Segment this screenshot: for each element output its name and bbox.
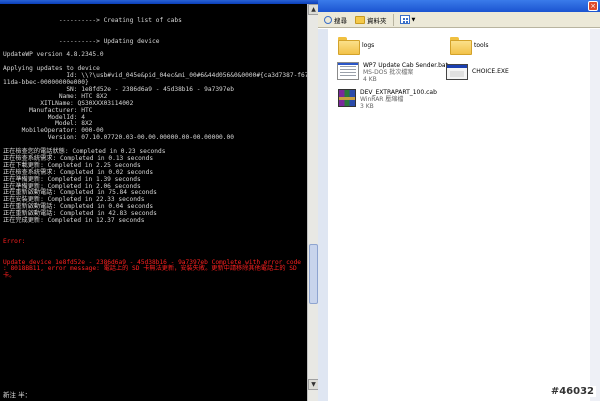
file-size: 4 KB: [363, 76, 377, 83]
toolbar-divider: [392, 13, 394, 26]
folders-button[interactable]: 資料夾: [353, 13, 389, 27]
explorer-content: logs tools WP7 Update Cab Sender.bat MS-…: [318, 29, 600, 401]
console-line: ----------> Updating device: [3, 37, 160, 45]
console-line: 正在完成更新: Completed in 12.37 seconds: [3, 217, 145, 225]
file-list: logs tools WP7 Update Cab Sender.bat MS-…: [328, 29, 590, 401]
file-name: DEV_EXTRAPART_100.cab: [360, 89, 437, 96]
file-item-tools[interactable]: tools: [450, 37, 489, 55]
file-name: WP7 Update Cab Sender.bat: [363, 62, 448, 69]
console-line: Version: 07.10.07720.03-00.00.00000.00-0…: [3, 134, 234, 142]
folder-icon: [338, 37, 360, 55]
console-scroll-thumb[interactable]: [309, 244, 318, 304]
file-details: DEV_EXTRAPART_100.cab WinRAR 壓縮檔 3 KB: [360, 89, 437, 110]
file-type: WinRAR 壓縮檔: [360, 96, 404, 103]
views-button[interactable]: ▼: [398, 13, 418, 27]
explorer-window[interactable]: × 搜尋 資料夾 ▼ logs tools WP7 Update Cab Sen…: [318, 0, 600, 401]
explorer-titlebar[interactable]: ×: [318, 0, 600, 12]
dropdown-arrow-icon: ▼: [411, 16, 416, 23]
console-output: ----------> Creating list of cabs ------…: [3, 4, 307, 294]
image-id-badge: #46032: [548, 386, 596, 397]
rar-archive-icon: [338, 89, 356, 107]
file-details: WP7 Update Cab Sender.bat MS-DOS 批次檔案 4 …: [363, 62, 448, 83]
console-line: ----------> Creating list of cabs: [3, 16, 182, 24]
folder-icon: [450, 37, 472, 55]
explorer-toolbar: 搜尋 資料夾 ▼: [318, 12, 600, 28]
file-size: 3 KB: [360, 103, 374, 110]
console-line: UpdateWP version 4.8.2345.0: [3, 51, 104, 59]
console-lines: ----------> Creating list of cabs ------…: [3, 16, 307, 225]
file-item-cab[interactable]: DEV_EXTRAPART_100.cab WinRAR 壓縮檔 3 KB: [338, 89, 437, 110]
file-name: tools: [474, 42, 489, 49]
scroll-up-arrow-icon[interactable]: ▲: [308, 4, 318, 15]
folders-label: 資料夾: [367, 16, 387, 25]
console-window[interactable]: ----------> Creating list of cabs ------…: [0, 0, 318, 401]
console-input-line: 新注 半：: [0, 390, 307, 401]
file-name: CHOICE.EXE: [472, 68, 509, 75]
search-label: 搜尋: [334, 16, 347, 25]
file-item-choice-exe[interactable]: CHOICE.EXE: [446, 64, 509, 80]
console-error-label: Error:: [3, 237, 26, 245]
file-name: logs: [362, 42, 375, 49]
scroll-down-arrow-icon[interactable]: ▼: [308, 379, 318, 390]
search-icon: [324, 15, 332, 24]
file-item-bat[interactable]: WP7 Update Cab Sender.bat MS-DOS 批次檔案 4 …: [337, 62, 448, 83]
explorer-scrollbar[interactable]: [590, 29, 600, 401]
file-item-logs[interactable]: logs: [338, 37, 375, 55]
console-scrollbar[interactable]: ▲ ▼: [307, 4, 318, 401]
file-type: MS-DOS 批次檔案: [363, 69, 414, 76]
search-button[interactable]: 搜尋: [322, 13, 349, 27]
bat-file-icon: [337, 62, 359, 80]
close-icon[interactable]: ×: [588, 1, 598, 11]
views-icon: [399, 15, 410, 24]
exe-file-icon: [446, 64, 468, 80]
console-error-message: Update device 1e8fd52e - 2386d6a9 - 45d3…: [3, 258, 305, 280]
folder-icon: [355, 15, 365, 24]
